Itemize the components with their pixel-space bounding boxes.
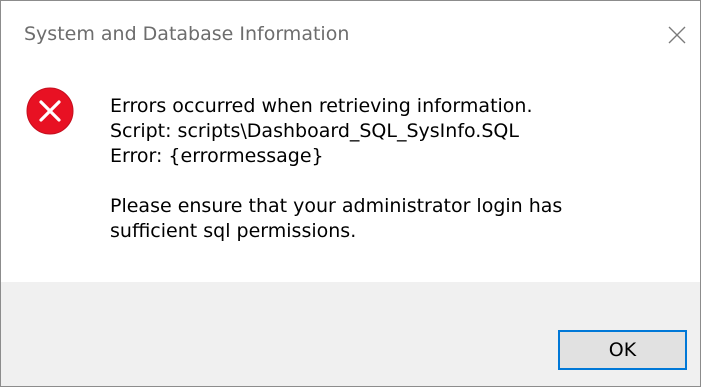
title-bar: System and Database Information — [1, 1, 700, 71]
error-icon — [26, 87, 74, 135]
message-line-errors: Errors occurred when retrieving informat… — [110, 95, 533, 117]
close-icon — [668, 26, 686, 44]
ok-button[interactable]: OK — [558, 330, 687, 370]
error-dialog: System and Database Information Errors o… — [0, 0, 701, 387]
message-line-permissions: sufficient sql permissions. — [110, 220, 357, 242]
dialog-title: System and Database Information — [24, 23, 350, 45]
message-line-script: Script: scripts\Dashboard_SQL_SysInfo.SQ… — [110, 120, 519, 142]
button-bar: OK — [1, 282, 700, 386]
message-line-error: Error: {errormessage} — [110, 145, 324, 167]
dialog-content: Errors occurred when retrieving informat… — [1, 71, 700, 282]
error-message: Errors occurred when retrieving informat… — [110, 94, 670, 244]
message-line-ensure: Please ensure that your administrator lo… — [110, 195, 563, 217]
close-button[interactable] — [654, 1, 700, 71]
